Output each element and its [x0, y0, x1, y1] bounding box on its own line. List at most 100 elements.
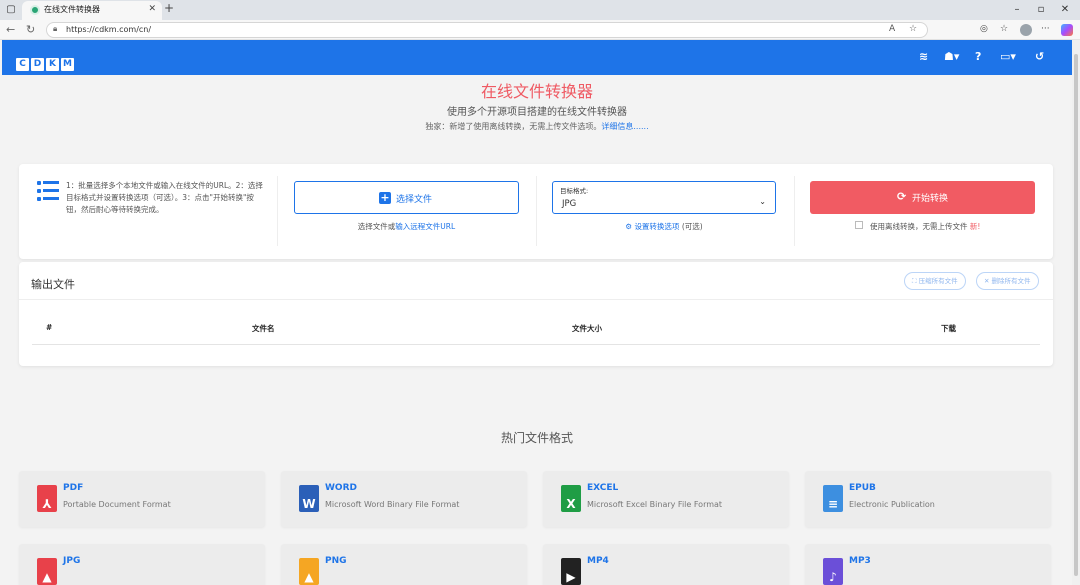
browser-address-bar: ← ↻ 🔒︎ https://cdkm.com/cn/ A ☆ ◎ ☆ ··· — [0, 20, 1080, 40]
logo-letter: M — [61, 58, 74, 71]
history-icon[interactable]: ↺ — [1035, 50, 1044, 63]
select-file-label: 选择文件 — [396, 195, 433, 205]
note-text: 选择文件或 — [357, 222, 396, 231]
format-card-pdf[interactable]: ⅄ PDF Portable Document Format — [19, 471, 265, 527]
language-icon[interactable]: ▭▾ — [1000, 50, 1016, 63]
robot-icon[interactable]: ☗▾ — [944, 50, 959, 63]
read-aloud-icon[interactable]: A — [889, 24, 895, 34]
browser-tab-bar: ▢ 在线文件转换器 ✕ + – ▫ ✕ — [0, 0, 1080, 20]
plus-icon: + — [379, 191, 391, 204]
new-tab-icon[interactable]: + — [164, 1, 174, 15]
format-desc: Microsoft Excel Binary File Format — [587, 500, 723, 509]
page-content: 在线文件转换器 使用多个开源项目搭建的在线文件转换器 独家：新增了使用离线转换，… — [2, 75, 1072, 585]
tab-actions-icon[interactable]: ▢ — [4, 3, 18, 17]
pdf-icon: ⅄ — [37, 485, 57, 512]
steps-instructions: 1：批量选择多个本地文件或输入在线文件的URL。2：选择目标格式并设置转换选项（… — [66, 181, 263, 214]
format-card-mp4[interactable]: ▶ MP4 — [543, 544, 789, 585]
output-files-card: 输出文件 ⛶ 压缩所有文件 ✕ 删除所有文件 # 文件名 文件大小 下载 — [19, 262, 1053, 366]
page-subtitle: 使用多个开源项目搭建的在线文件转换器 — [447, 107, 627, 118]
offline-checkbox[interactable] — [855, 221, 863, 229]
column-header-filename: 文件名 — [252, 324, 275, 333]
format-name: JPG — [63, 556, 81, 566]
refresh-icon: ⟳ — [897, 190, 907, 203]
format-card-mp3[interactable]: ♪ MP3 — [805, 544, 1051, 585]
close-window-icon[interactable]: ✕ — [1058, 3, 1072, 17]
gear-icon: ⚙ — [625, 222, 633, 231]
png-icon: ▲ — [299, 558, 319, 585]
page-title: 在线文件转换器 — [480, 82, 593, 101]
offline-label: 使用离线转换，无需上传文件 新! — [870, 221, 980, 232]
new-badge: 新! — [969, 222, 981, 231]
format-card-excel[interactable]: X EXCEL Microsoft Excel Binary File Form… — [543, 471, 789, 527]
scrollbar-thumb[interactable] — [1074, 54, 1078, 576]
tab-title: 在线文件转换器 — [44, 5, 100, 14]
converter-card: 1：批量选择多个本地文件或输入在线文件的URL。2：选择目标格式并设置转换选项（… — [19, 164, 1053, 259]
site-logo[interactable]: CDKM — [16, 51, 76, 71]
format-desc: Electronic Publication — [849, 500, 935, 509]
logo-letter: D — [31, 58, 44, 71]
maximize-icon[interactable]: ▫ — [1034, 3, 1048, 17]
column-header-index: # — [46, 323, 53, 332]
url-field[interactable]: 🔒︎ https://cdkm.com/cn/ A ☆ — [46, 22, 928, 38]
table-divider — [32, 344, 1040, 345]
delete-all-label: 删除所有文件 — [991, 277, 1031, 285]
jpg-icon: ▲ — [37, 558, 57, 585]
browser-tab[interactable]: 在线文件转换器 ✕ — [22, 1, 162, 20]
profile-avatar[interactable] — [1020, 24, 1032, 36]
delete-all-button[interactable]: ✕ 删除所有文件 — [976, 272, 1039, 290]
target-format-value: JPG — [562, 199, 577, 209]
popular-formats-title: 热门文件格式 — [500, 431, 573, 445]
site-navbar: CDKM ≋ ☗▾ ? ▭▾ ↺ — [2, 40, 1072, 75]
format-desc: Microsoft Word Binary File Format — [325, 500, 460, 509]
tab-close-icon[interactable]: ✕ — [148, 4, 156, 14]
announcement-text: 独家：新增了使用离线转换，无需上传文件选项。 — [425, 122, 602, 131]
start-convert-button[interactable]: ⟳ 开始转换 — [810, 181, 1035, 214]
help-icon[interactable]: ? — [975, 50, 981, 63]
favorite-star-icon[interactable]: ☆ — [909, 24, 917, 34]
select-file-button[interactable]: + 选择文件 — [294, 181, 519, 214]
format-card-word[interactable]: W WORD Microsoft Word Binary File Format — [281, 471, 527, 527]
lock-icon[interactable]: 🔒︎ — [53, 24, 57, 34]
format-name: MP4 — [587, 556, 609, 566]
output-title: 输出文件 — [31, 278, 75, 291]
epub-icon: ≡ — [823, 485, 843, 512]
url-text[interactable]: https://cdkm.com/cn/ — [66, 25, 151, 34]
word-icon: W — [299, 485, 319, 512]
remote-url-link[interactable]: 输入远程文件URL — [395, 222, 455, 231]
excel-icon: X — [561, 485, 581, 512]
back-icon[interactable]: ← — [6, 23, 15, 36]
reload-icon[interactable]: ↻ — [26, 23, 35, 36]
logo-letter: C — [16, 58, 29, 71]
divider — [536, 176, 537, 246]
zip-all-label: 压缩所有文件 — [918, 277, 958, 285]
format-desc: Portable Document Format — [63, 500, 171, 509]
conversion-options[interactable]: ⚙ 设置转换选项 (可选) — [552, 221, 776, 232]
minimize-icon[interactable]: – — [1010, 3, 1024, 17]
format-card-epub[interactable]: ≡ EPUB Electronic Publication — [805, 471, 1051, 527]
details-link[interactable]: 详细信息...... — [601, 122, 648, 131]
start-convert-label: 开始转换 — [912, 194, 949, 204]
format-name: EPUB — [849, 483, 876, 493]
extensions-icon[interactable]: ◎ — [980, 24, 988, 34]
format-name: MP3 — [849, 556, 871, 566]
divider — [794, 176, 795, 246]
list-numbered-icon — [37, 181, 59, 201]
chevron-down-icon: ⌄ — [759, 197, 766, 206]
offline-announcement: 独家：新增了使用离线转换，无需上传文件选项。详细信息...... — [2, 121, 1072, 132]
format-card-png[interactable]: ▲ PNG — [281, 544, 527, 585]
format-name: EXCEL — [587, 483, 619, 493]
offline-text: 使用离线转换，无需上传文件 — [870, 222, 968, 231]
format-card-jpg[interactable]: ▲ JPG — [19, 544, 265, 585]
format-name: WORD — [325, 483, 357, 493]
zip-all-button[interactable]: ⛶ 压缩所有文件 — [904, 272, 966, 290]
layers-icon[interactable]: ≋ — [919, 50, 928, 63]
target-format-label: 目标格式: — [560, 187, 589, 195]
select-file-note: 选择文件或输入远程文件URL — [294, 221, 519, 232]
copilot-icon[interactable] — [1061, 24, 1073, 36]
mp3-icon: ♪ — [823, 558, 843, 585]
logo-letter: K — [46, 58, 59, 71]
options-link[interactable]: 设置转换选项 — [634, 222, 679, 231]
target-format-select[interactable]: 目标格式: JPG ⌄ — [552, 181, 776, 214]
more-icon[interactable]: ··· — [1041, 24, 1050, 34]
favorites-icon[interactable]: ☆ — [1000, 24, 1008, 34]
